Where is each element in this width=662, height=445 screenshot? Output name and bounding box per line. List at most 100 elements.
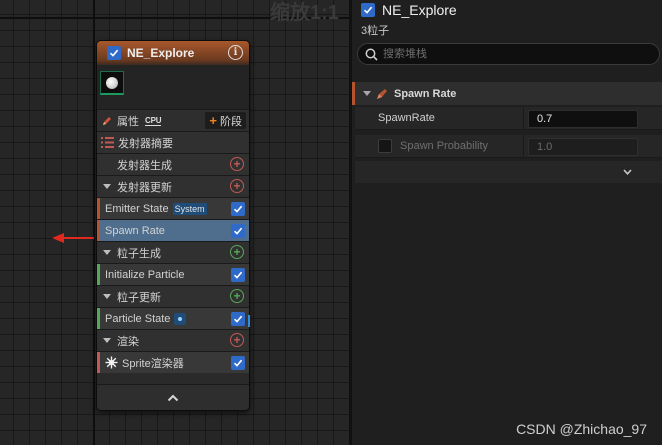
properties-label: 属性 [117,115,139,128]
sprite-renderer-icon [105,356,118,369]
info-icon[interactable]: i [228,45,243,60]
module-label: Initialize Particle [105,268,185,281]
stage-color-bar [97,220,100,241]
emitter-node-title: NE_Explore [127,46,195,60]
graph-origin-vertical-line [93,0,95,445]
collapse-arrow-icon[interactable] [103,338,111,343]
particle-update-label: 粒子更新 [117,291,161,304]
module-label: Emitter State [105,202,169,215]
chevron-down-icon [623,169,632,175]
add-stage-label: 阶段 [220,115,242,128]
particle-dot-icon [174,312,187,325]
property-row-spawn-probability: Spawn Probability [355,135,662,158]
category-title: Spawn Rate [394,87,457,100]
module-enabled-checkbox[interactable] [231,356,245,370]
particle-count-label: 3粒子 [361,25,390,37]
stack-search-box[interactable] [357,43,660,65]
details-title: NE_Explore [382,1,457,18]
module-label: Spawn Rate [105,224,165,237]
column-separator[interactable] [523,135,524,157]
spawn-rate-category-header[interactable]: Spawn Rate [352,82,662,105]
module-stage-icon [377,88,387,99]
check-icon [233,271,243,279]
add-module-emitter-update-icon[interactable]: + [230,179,244,193]
pencil-icon [103,116,111,125]
collapse-arrow-icon[interactable] [103,184,111,189]
emitter-update-section[interactable]: 发射器更新 + [97,175,249,197]
emitter-node[interactable]: NE_Explore i 属性 CPU + 阶段 发射器摘要 发射器生成 + 发… [96,40,250,411]
render-section[interactable]: 渲染 + [97,329,249,351]
emitter-summary-row[interactable]: 发射器摘要 [97,131,249,153]
add-module-particle-update-icon[interactable]: + [230,289,244,303]
zoom-level-label: 缩放1:1 [270,2,339,24]
emitter-thumbnail-area [97,65,249,109]
emitter-enabled-checkbox[interactable] [107,46,121,60]
list-icon [101,137,114,148]
emitter-spawn-section[interactable]: 发射器生成 + [97,153,249,175]
add-module-particle-spawn-icon[interactable]: + [230,245,244,259]
graph-canvas[interactable]: 缩放1:1 NE_Explore i 属性 CPU + 阶段 发射器摘要 发射器… [0,0,349,445]
search-icon [365,48,378,61]
check-icon [233,205,243,213]
check-icon [363,6,373,14]
property-row-spawnrate: SpawnRate [355,107,662,130]
collapse-arrow-icon[interactable] [103,294,111,299]
spawnrate-value-field[interactable] [528,110,638,128]
particle-update-section[interactable]: 粒子更新 + [97,285,249,307]
add-renderer-icon[interactable]: + [230,333,244,347]
property-name: SpawnRate [378,112,435,124]
spawn-probability-enable-checkbox[interactable] [378,139,392,153]
spawn-probability-value-field [528,138,638,156]
module-enabled-checkbox[interactable] [231,224,245,238]
advanced-expand-row[interactable] [355,161,662,183]
emitter-summary-label: 发射器摘要 [118,137,173,150]
selection-indicator [248,315,250,327]
module-label: Particle State [105,312,171,325]
check-icon [109,49,119,57]
module-spawn-rate[interactable]: Spawn Rate [97,219,249,241]
collapse-arrow-icon[interactable] [103,250,111,255]
emitter-thumbnail[interactable] [100,71,124,95]
properties-row[interactable]: 属性 CPU + 阶段 [97,109,249,131]
check-icon [233,227,243,235]
particle-spawn-section[interactable]: 粒子生成 + [97,241,249,263]
plus-icon: + [209,113,217,128]
details-emitter-enabled-checkbox[interactable] [361,2,375,17]
property-name: Spawn Probability [400,140,489,152]
emitter-update-label: 发射器更新 [117,181,172,194]
stack-search-input[interactable] [383,48,643,60]
add-stage-button[interactable]: + 阶段 [205,112,246,129]
module-initialize-particle[interactable]: Initialize Particle [97,263,249,285]
details-header: NE_Explore [352,0,662,19]
spawn-probability-value-input [537,141,632,153]
check-icon [233,315,243,323]
module-enabled-checkbox[interactable] [231,202,245,216]
watermark: CSDN @Zhichao_97 [516,421,647,437]
add-module-emitter-spawn-icon[interactable]: + [230,157,244,171]
cpu-sim-badge: CPU [145,115,162,126]
chevron-up-icon [167,394,179,401]
column-separator[interactable] [523,107,524,129]
stage-color-bar [97,352,100,373]
render-label: 渲染 [117,335,139,348]
module-emitter-state[interactable]: Emitter State System [97,197,249,219]
module-enabled-checkbox[interactable] [231,268,245,282]
red-arrow-annotation [52,233,94,243]
details-panel: NE_Explore 3粒子 Spawn Rate SpawnRate Spaw… [352,0,662,445]
collapse-node-button[interactable] [97,384,249,410]
particle-spawn-label: 粒子生成 [117,247,161,260]
emitter-node-header[interactable]: NE_Explore i [97,41,249,65]
sprite-preview-icon [106,76,118,89]
spawnrate-value-input[interactable] [537,113,632,125]
emitter-spawn-label: 发射器生成 [117,159,172,172]
stage-color-bar [97,198,100,219]
stage-color-bar [97,308,100,329]
system-badge: System [172,202,207,215]
collapse-arrow-icon[interactable] [363,91,371,96]
module-label: Sprite渲染器 [122,357,184,370]
module-enabled-checkbox[interactable] [231,312,245,326]
module-particle-state[interactable]: Particle State [97,307,249,329]
module-sprite-renderer[interactable]: Sprite渲染器 [97,351,249,373]
stage-color-bar [97,264,100,285]
check-icon [233,359,243,367]
